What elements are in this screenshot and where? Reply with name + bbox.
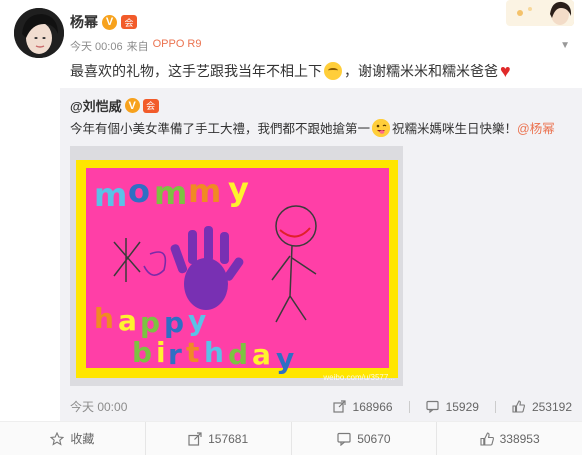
heart-emoji-icon: ♥ xyxy=(500,61,511,81)
svg-text:p: p xyxy=(164,306,184,339)
divider xyxy=(494,400,496,413)
divider xyxy=(408,400,410,413)
comment-icon xyxy=(426,400,440,414)
svg-text:h: h xyxy=(94,302,114,335)
post-text-thanks: ，谢谢糯米米和糯米爸爸 xyxy=(344,63,498,79)
comment-button[interactable]: 50670 xyxy=(292,422,438,455)
like-button[interactable]: 338953 xyxy=(437,422,582,455)
source-device[interactable]: OPPO R9 xyxy=(153,38,202,54)
svg-text:y: y xyxy=(188,304,206,337)
repost-verified-badge-icon: V xyxy=(124,98,140,113)
comment-button-count: 50670 xyxy=(357,431,391,446)
source-prefix: 来自 xyxy=(126,41,149,53)
handmade-card-illustration: m o m m y h a p p y b i r t h d a y xyxy=(70,146,403,386)
photo-watermark: weibo.com/u/3577... xyxy=(323,373,395,382)
svg-text:y: y xyxy=(228,170,249,208)
comment-icon xyxy=(337,432,351,446)
svg-text:m: m xyxy=(154,174,187,212)
svg-text:h: h xyxy=(204,336,224,369)
author-avatar[interactable] xyxy=(14,8,64,58)
post-meta: 今天 00:06 来自 OPPO R9 xyxy=(70,38,202,54)
thumbs-up-icon xyxy=(512,400,526,414)
thumbs-up-icon xyxy=(480,431,494,446)
star-icon xyxy=(50,431,65,446)
repost-like-stat[interactable]: 253192 xyxy=(494,399,572,414)
svg-text:a: a xyxy=(252,338,271,371)
repost-button[interactable]: 157681 xyxy=(146,422,292,455)
post-text: 最喜欢的礼物，这手艺跟我当年不相上下 ，谢谢糯米米和糯米爸爸 ♥ xyxy=(70,60,511,82)
svg-text:d: d xyxy=(228,338,248,371)
comment-count: 15929 xyxy=(445,399,479,414)
post-action-bar: 收藏 157681 50670 338953 xyxy=(0,421,582,455)
profile-card-thumbnail[interactable] xyxy=(506,0,574,26)
repost-text-main: 今年有個小美女準備了手工大禮，我們都不跟她搶第一 xyxy=(70,122,371,136)
svg-text:o: o xyxy=(128,172,150,210)
more-options-chevron-icon[interactable]: ▼ xyxy=(560,40,570,51)
post-text-main: 最喜欢的礼物，这手艺跟我当年不相上下 xyxy=(70,63,322,79)
share-icon xyxy=(188,431,202,446)
repost-author-line: @刘恺威 V 会 xyxy=(70,96,159,115)
repost-text: 今年有個小美女準備了手工大禮，我們都不跟她搶第一 祝糯米媽咪生日快樂！ @杨幂 xyxy=(70,118,555,137)
verified-badge-icon: V xyxy=(102,14,117,30)
author-line: 杨幂 V 会 xyxy=(70,12,137,32)
repost-comment-stat[interactable]: 15929 xyxy=(408,399,479,414)
like-count: 253192 xyxy=(531,399,572,414)
repost-footer: 今天 00:00 168966 15929 253192 xyxy=(70,398,572,415)
svg-text:a: a xyxy=(118,304,137,337)
svg-text:r: r xyxy=(168,338,182,371)
repost-button-count: 157681 xyxy=(208,431,249,446)
repost-card: @刘恺威 V 会 今年有個小美女準備了手工大禮，我們都不跟她搶第一 祝糯米媽咪生… xyxy=(60,88,582,421)
svg-text:t: t xyxy=(186,336,199,369)
svg-text:m: m xyxy=(94,176,127,214)
author-name[interactable]: 杨幂 xyxy=(70,12,98,32)
repost-text-birthday: 祝糯米媽咪生日快樂！ xyxy=(392,122,518,136)
svg-text:p: p xyxy=(140,306,160,339)
repost-photo[interactable]: m o m m y h a p p y b i r t h d a y weib… xyxy=(70,146,403,386)
favorite-label: 收藏 xyxy=(70,432,95,446)
repost-count: 168966 xyxy=(352,399,393,414)
repost-member-badge-icon: 会 xyxy=(142,98,159,113)
mention-link[interactable]: @杨幂 xyxy=(517,118,555,137)
favorite-button[interactable]: 收藏 xyxy=(0,422,146,455)
weibo-post: 杨幂 V 会 今天 00:06 来自 OPPO R9 ▼ 最喜欢的礼物，这手艺跟… xyxy=(0,0,582,455)
like-button-count: 338953 xyxy=(499,431,540,446)
repost-author-name[interactable]: @刘恺威 xyxy=(70,96,122,115)
share-icon xyxy=(333,400,347,414)
svg-text:m: m xyxy=(188,172,221,210)
svg-text:y: y xyxy=(276,342,294,375)
thinking-face-emoji-icon xyxy=(324,62,342,80)
winking-tongue-emoji-icon xyxy=(372,118,391,137)
svg-text:b: b xyxy=(132,336,152,369)
repost-repost-stat[interactable]: 168966 xyxy=(333,400,393,414)
post-time[interactable]: 今天 00:06 xyxy=(70,38,123,54)
svg-text:i: i xyxy=(156,336,166,369)
member-badge-icon: 会 xyxy=(121,15,137,29)
repost-time[interactable]: 今天 00:00 xyxy=(70,398,317,415)
